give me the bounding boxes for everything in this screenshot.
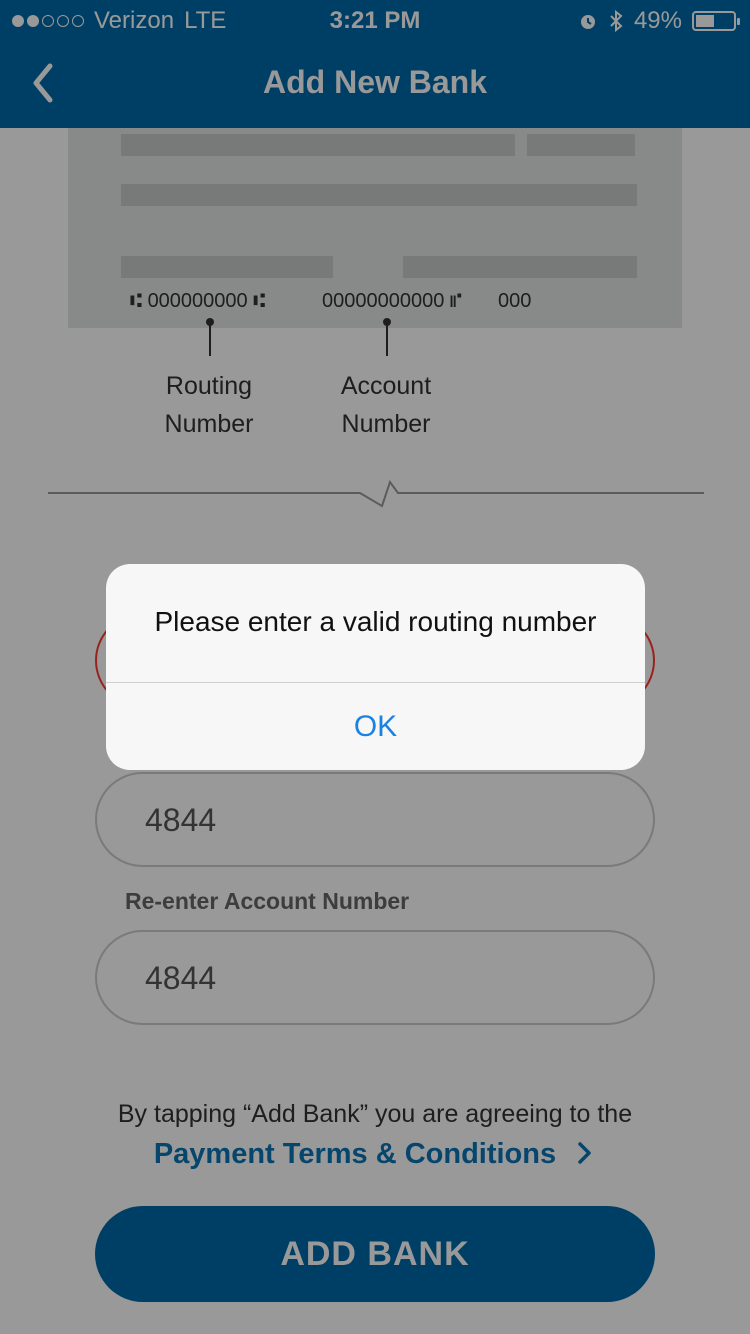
alert-message: Please enter a valid routing number xyxy=(154,606,597,637)
alert-dialog: Please enter a valid routing number OK xyxy=(106,564,645,770)
alert-ok-button[interactable]: OK xyxy=(106,683,645,770)
